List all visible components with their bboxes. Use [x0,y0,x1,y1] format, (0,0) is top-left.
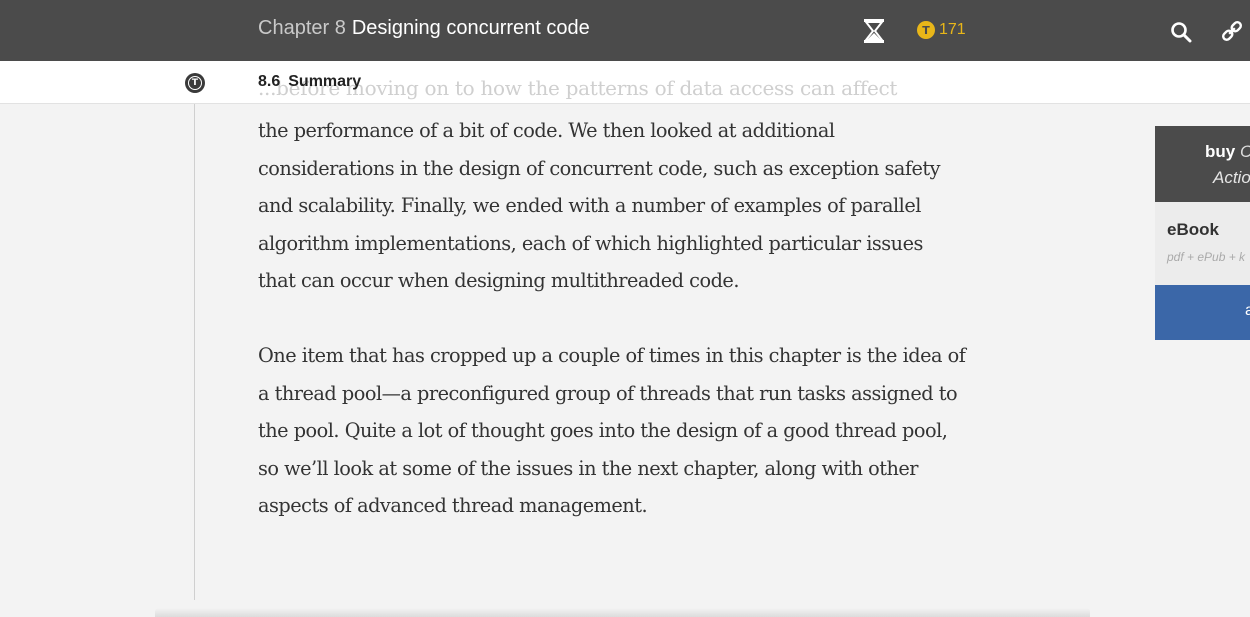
buy-option-ebook[interactable]: eBook pdf + ePub + k [1155,202,1250,285]
text-line: the pool. Quite a lot of thought goes in… [258,419,948,442]
chapter-number: Chapter 8 [258,17,346,39]
section-heading[interactable]: 8.6 Summary [258,73,361,91]
search-icon[interactable] [1170,21,1192,43]
book-content: the performance of a bit of code. We the… [258,112,998,525]
text-line: aspects of advanced thread management. [258,494,648,517]
text-line: the performance of a bit of code. We the… [258,119,835,142]
text-line: One item that has cropped up a couple of… [258,344,966,367]
text-line: that can occur when designing multithrea… [258,269,739,292]
token-balance[interactable]: T 171 [917,21,966,39]
add-to-cart-label: a [1245,302,1250,319]
hourglass-icon[interactable] [863,19,885,43]
format-label: eBook [1167,220,1219,239]
text-line: a thread pool—a preconfigured group of t… [258,381,958,405]
token-icon: T [917,21,935,39]
format-details: pdf + ePub + k [1167,250,1246,264]
section-number: 8.6 [258,73,281,90]
left-margin-rule [194,103,195,600]
top-bar: Chapter 8 Designing concurrent code T 171 [0,0,1250,61]
paragraph-1: the performance of a bit of code. We the… [258,112,998,300]
buy-card-header: buy C Actio [1155,126,1250,202]
buy-card-title-rest: C [1240,142,1250,161]
section-badge-symbol: T [188,76,202,90]
section-badge-icon[interactable]: T [185,73,205,93]
text-line: so we’ll look at some of the issues in t… [258,456,919,480]
chapter-name: Designing concurrent code [351,17,590,39]
buy-card-subtitle: Actio [1213,168,1250,187]
token-count: 171 [939,21,966,38]
text-line: algorithm implementations, each of which… [258,231,923,255]
text-line: considerations in the design of concurre… [258,156,941,180]
link-icon[interactable] [1220,19,1244,43]
buy-card-title: buy C [1205,142,1250,162]
section-title: Summary [288,73,362,90]
paragraph-2: One item that has cropped up a couple of… [258,337,998,525]
bottom-panel-edge [155,608,1090,617]
buy-card: buy C Actio eBook pdf + ePub + k a [1155,126,1250,340]
text-line: and scalability. Finally, we ended with … [258,194,921,217]
buy-card-title-bold: buy [1205,142,1236,161]
add-to-cart-button[interactable]: a [1155,285,1250,340]
chapter-title[interactable]: Chapter 8 Designing concurrent code [258,17,590,40]
